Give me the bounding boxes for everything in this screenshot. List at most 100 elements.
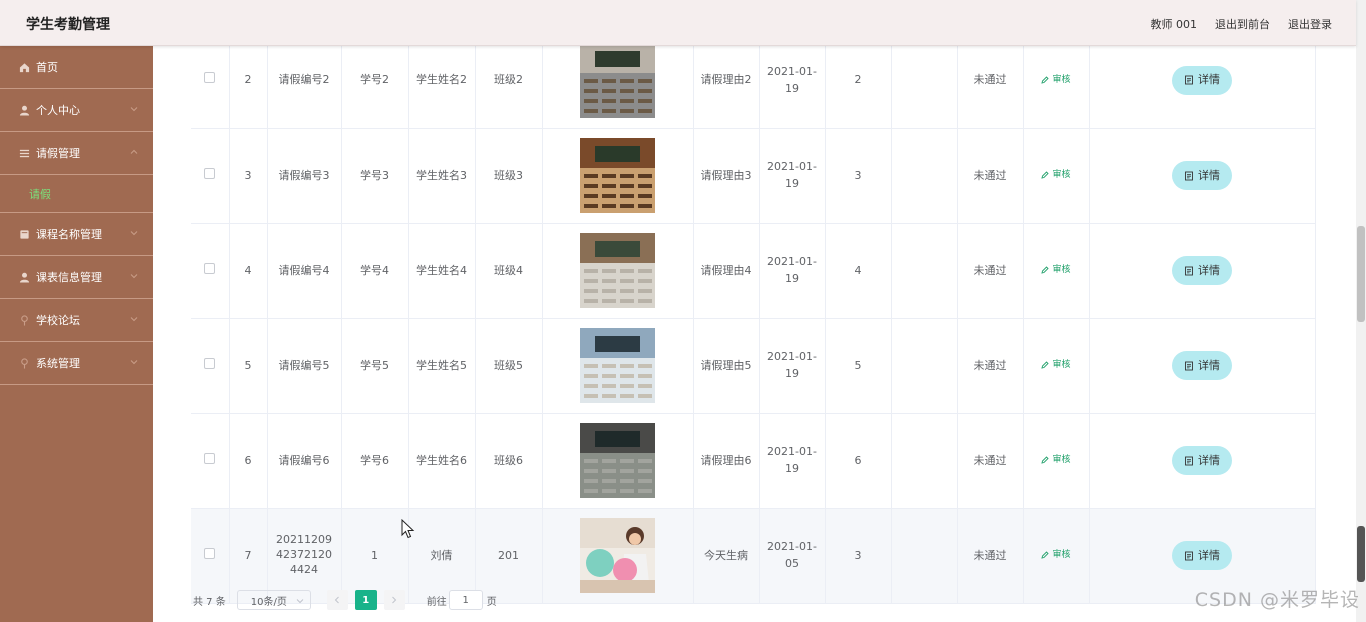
leave-date: 2021-01-19 <box>767 255 817 285</box>
main-content: 2 请假编号2 学号2 学生姓名2 班级2 请假理由2 2021-01-19 2 未通过 审核 详情… <box>153 46 1356 622</box>
edit-icon <box>1041 76 1050 84</box>
class-name: 班级4 <box>494 263 523 277</box>
chevron-down-icon <box>129 104 139 114</box>
person-photo <box>580 518 655 593</box>
class-name: 201 <box>498 548 519 562</box>
class-name: 班级6 <box>494 453 523 467</box>
page-size-select[interactable]: 10条/页 <box>236 590 311 610</box>
detail-button[interactable]: 详情 <box>1172 161 1232 190</box>
leave-number: 请假编号3 <box>278 168 330 182</box>
edit-icon <box>1041 171 1050 179</box>
pin-icon <box>18 314 30 326</box>
sidebar-item-profile[interactable]: 个人中心 <box>0 89 153 132</box>
front-link[interactable]: 退出到前台 <box>1215 16 1270 32</box>
chevron-left-icon <box>335 596 340 604</box>
window-scrollbar[interactable] <box>1356 0 1366 622</box>
header-actions: 教师 001 退出到前台 退出登录 <box>1151 16 1333 32</box>
goto-page-input[interactable] <box>448 590 483 610</box>
sidebar-item-label: 学校论坛 <box>36 314 80 327</box>
detail-button[interactable]: 详情 <box>1172 541 1232 570</box>
sidebar-item-label: 请假管理 <box>36 147 80 160</box>
classroom-photo <box>580 233 655 308</box>
goto-label: 前往 <box>426 596 447 608</box>
row-checkbox[interactable] <box>204 452 216 464</box>
leave-days: 5 <box>854 358 862 372</box>
detail-button[interactable]: 详情 <box>1172 65 1232 95</box>
chevron-down-icon <box>129 314 139 324</box>
row-checkbox[interactable] <box>204 72 216 84</box>
list-icon <box>18 147 30 159</box>
row-checkbox[interactable] <box>204 357 216 369</box>
document-icon <box>1185 171 1193 180</box>
student-number: 学号2 <box>360 73 389 87</box>
classroom-photo <box>580 328 655 403</box>
row-checkbox[interactable] <box>204 167 216 179</box>
row-index: 2 <box>244 73 252 87</box>
audit-button[interactable]: 审核 <box>1041 546 1071 564</box>
leave-days: 3 <box>854 168 862 182</box>
sidebar-subitem-leave[interactable]: 请假 <box>0 175 153 213</box>
leave-reason: 请假理由5 <box>700 358 752 372</box>
row-index: 6 <box>244 453 252 467</box>
leave-reason: 请假理由4 <box>700 263 752 277</box>
prev-page-button[interactable] <box>326 590 348 610</box>
row-checkbox[interactable] <box>204 547 216 559</box>
student-name: 学生姓名4 <box>416 263 467 277</box>
sidebar-item-forum[interactable]: 学校论坛 <box>0 299 153 342</box>
class-name: 班级3 <box>494 168 523 182</box>
sidebar-item-system[interactable]: 系统管理 <box>0 342 153 385</box>
pagination: 共 7 条 10条/页 1 前往 页 <box>193 590 497 610</box>
document-icon <box>1185 551 1193 560</box>
user-icon <box>18 271 30 283</box>
current-user: 教师 001 <box>1150 18 1198 31</box>
leave-days: 3 <box>854 548 862 562</box>
page-number-button[interactable]: 1 <box>354 590 377 610</box>
student-number: 1 <box>371 548 378 562</box>
leave-number: 请假编号5 <box>278 358 330 372</box>
document-icon <box>1185 266 1193 275</box>
leave-date: 2021-01-19 <box>767 64 817 95</box>
audit-button[interactable]: 审核 <box>1041 166 1071 184</box>
leave-reason: 今天生病 <box>704 548 748 562</box>
sidebar-item-leave-management[interactable]: 请假管理 <box>0 132 153 175</box>
audit-button[interactable]: 审核 <box>1041 261 1071 279</box>
leave-date: 2021-01-19 <box>767 160 817 190</box>
leave-reason: 请假理由6 <box>700 453 752 467</box>
sidebar-item-course-management[interactable]: 课程名称管理 <box>0 213 153 256</box>
table-row: 3 请假编号3 学号3 学生姓名3 班级3 请假理由3 2021-01-19 3 未通过 审核 详情 <box>191 128 1316 224</box>
edit-icon <box>1041 456 1050 464</box>
sidebar-item-schedule-management[interactable]: 课表信息管理 <box>0 256 153 299</box>
chevron-right-icon <box>392 596 397 604</box>
sidebar-item-label: 个人中心 <box>36 104 80 117</box>
sidebar-item-home[interactable]: 首页 <box>0 46 153 89</box>
chevron-down-icon <box>129 228 139 238</box>
audit-button[interactable]: 审核 <box>1041 451 1071 469</box>
student-number: 学号4 <box>360 263 389 277</box>
document-icon <box>1185 456 1193 465</box>
student-number: 学号6 <box>360 453 389 467</box>
edit-icon <box>1041 361 1050 369</box>
table-row: 7 20211209423721204424 1 刘倩 201 今天生病 2021-01-0… <box>191 508 1316 604</box>
audit-button[interactable]: 审核 <box>1041 356 1071 374</box>
leave-reason: 请假理由2 <box>700 73 752 87</box>
leave-table: 2 请假编号2 学号2 学生姓名2 班级2 请假理由2 2021-01-19 2 未通过 审核 详情… <box>191 46 1316 604</box>
scrollbar-thumb-bottom[interactable] <box>1357 526 1365 582</box>
leave-number: 20211209423721204424 <box>276 533 332 576</box>
scrollbar-thumb[interactable] <box>1357 226 1365 322</box>
edit-icon <box>1041 266 1050 274</box>
pin-icon <box>18 357 30 369</box>
leave-number: 请假编号2 <box>278 73 330 87</box>
document-icon <box>1185 75 1193 85</box>
row-index: 7 <box>244 548 252 562</box>
audit-button[interactable]: 审核 <box>1041 71 1071 89</box>
logout-link[interactable]: 退出登录 <box>1288 16 1332 32</box>
class-name: 班级2 <box>494 73 523 87</box>
detail-button[interactable]: 详情 <box>1172 351 1232 380</box>
sidebar-item-label: 系统管理 <box>36 357 80 370</box>
detail-button[interactable]: 详情 <box>1172 256 1232 285</box>
next-page-button[interactable] <box>383 590 405 610</box>
row-checkbox[interactable] <box>204 262 216 274</box>
detail-button[interactable]: 详情 <box>1172 446 1232 475</box>
student-name: 学生姓名6 <box>416 453 467 467</box>
table-row: 6 请假编号6 学号6 学生姓名6 班级6 请假理由6 2021-01-19 6 未通过 审核 详情 <box>191 413 1316 509</box>
